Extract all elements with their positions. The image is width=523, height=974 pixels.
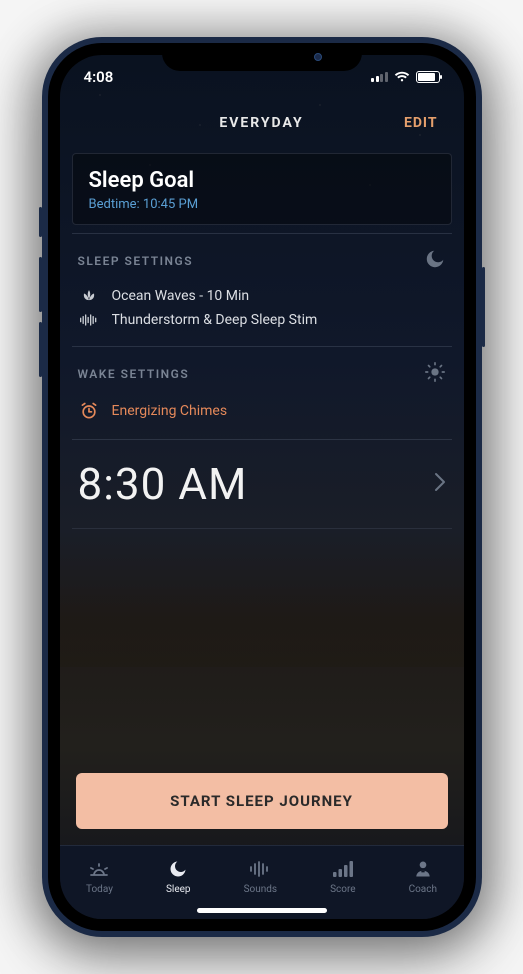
wake-sound-label: Energizing Chimes [112, 403, 228, 419]
start-sleep-journey-button[interactable]: START SLEEP JOURNEY [76, 773, 448, 829]
sleep-settings-section: SLEEP SETTINGS Ocean Waves - 10 Min [72, 233, 452, 346]
sleep-goal-title: Sleep Goal [89, 168, 435, 193]
cellular-signal-icon [371, 72, 388, 82]
bedtime-text: Bedtime: 10:45 PM [89, 197, 435, 212]
moon-icon [168, 858, 188, 880]
tab-today[interactable]: Today [86, 858, 113, 895]
edit-button[interactable]: EDIT [404, 115, 438, 131]
sleep-sound-label: Ocean Waves - 10 Min [112, 288, 250, 304]
sleep-sound-label: Thunderstorm & Deep Sleep Stim [112, 312, 318, 328]
screen-header: EVERYDAY EDIT [60, 99, 464, 147]
home-indicator[interactable] [197, 908, 327, 913]
tab-label: Coach [409, 884, 437, 895]
soundwave-icon [248, 858, 272, 880]
wake-settings-section: WAKE SETTINGS Energizing Chimes [72, 346, 452, 439]
sun-icon [424, 361, 446, 387]
tab-sleep[interactable]: Sleep [166, 858, 191, 895]
chevron-right-icon [434, 472, 446, 496]
sleep-settings-label: SLEEP SETTINGS [78, 254, 194, 268]
tab-sounds[interactable]: Sounds [244, 858, 277, 895]
coach-icon [413, 858, 433, 880]
sleep-goal-card[interactable]: Sleep Goal Bedtime: 10:45 PM [72, 153, 452, 225]
phone-frame: 4:08 EVERYDAY EDIT [42, 37, 482, 937]
lotus-icon [78, 288, 100, 304]
bars-icon [332, 858, 354, 880]
sleep-sound-row[interactable]: Thunderstorm & Deep Sleep Stim [78, 308, 446, 332]
soundwave-icon [78, 312, 100, 328]
wake-sound-row[interactable]: Energizing Chimes [78, 397, 446, 425]
tab-label: Sounds [244, 884, 277, 895]
tab-label: Sleep [166, 884, 191, 895]
sleep-sound-row[interactable]: Ocean Waves - 10 Min [78, 284, 446, 308]
alarm-clock-icon [78, 401, 100, 421]
wake-time-row[interactable]: 8:30 AM [72, 439, 452, 528]
sunrise-icon [86, 858, 112, 880]
battery-icon [416, 71, 440, 83]
wifi-icon [394, 71, 410, 83]
status-bar: 4:08 [60, 55, 464, 99]
cta-label: START SLEEP JOURNEY [170, 792, 353, 810]
moon-icon [424, 248, 446, 274]
wake-settings-label: WAKE SETTINGS [78, 367, 190, 381]
tab-label: Score [330, 884, 355, 895]
tab-score[interactable]: Score [330, 858, 355, 895]
tab-label: Today [86, 884, 113, 895]
wake-time-value: 8:30 AM [78, 458, 248, 510]
tab-coach[interactable]: Coach [409, 858, 437, 895]
screen-title: EVERYDAY [219, 115, 303, 131]
clock: 4:08 [84, 68, 114, 86]
